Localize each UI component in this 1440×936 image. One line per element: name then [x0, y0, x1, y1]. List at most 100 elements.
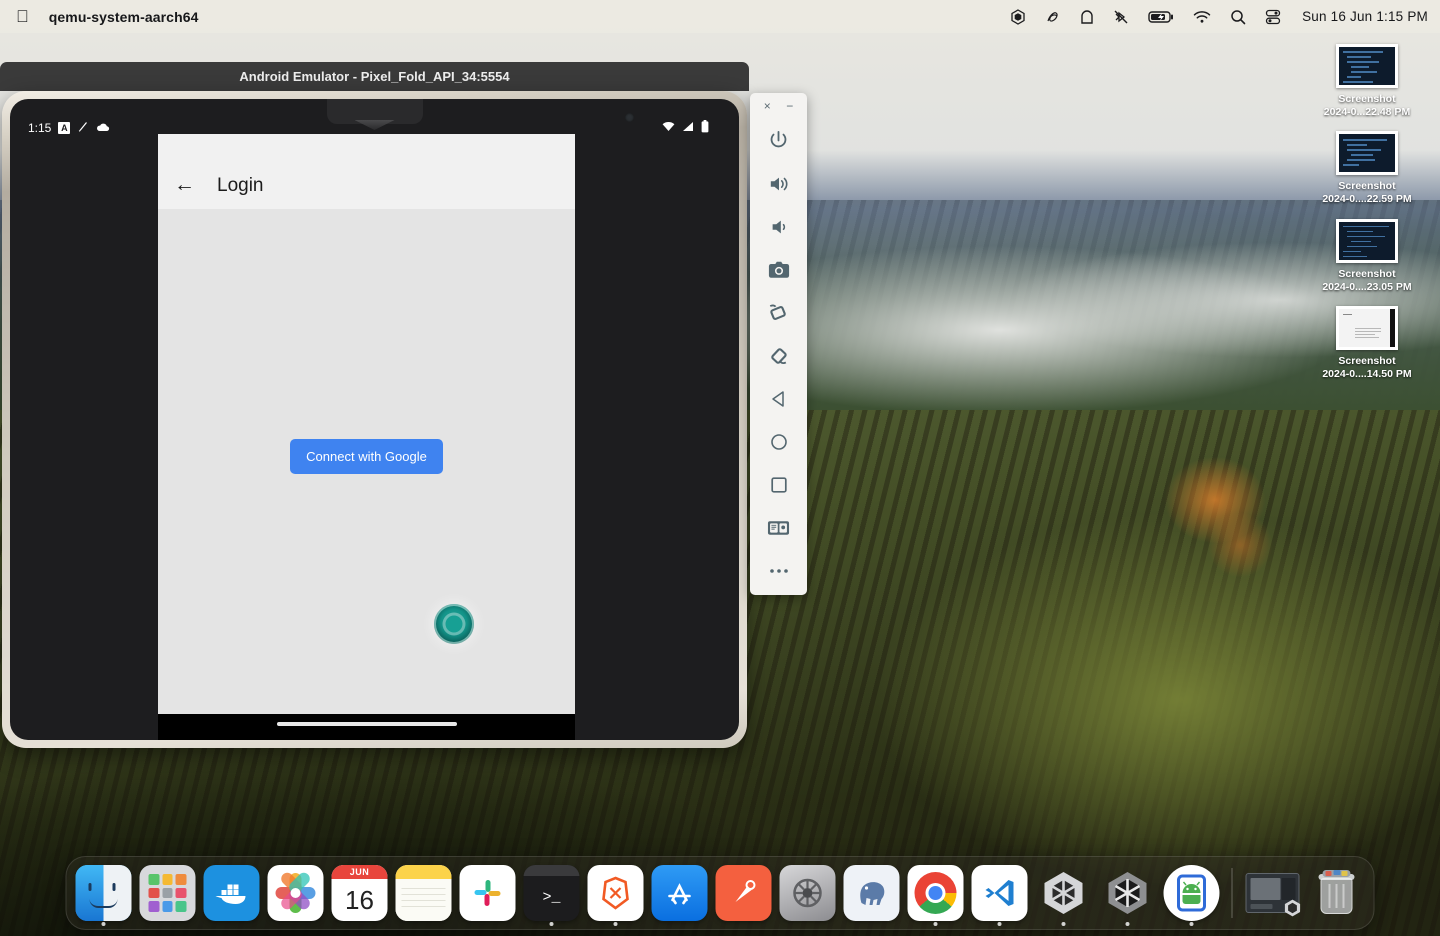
overview-square-icon [770, 476, 787, 493]
dock-item-app-store[interactable] [651, 865, 708, 921]
running-indicator [1189, 922, 1194, 926]
label-line-2: 2024-0....23.05 PM [1322, 280, 1412, 293]
vscode-icon [971, 865, 1028, 921]
dock-item-docker[interactable] [203, 865, 260, 921]
unity-icon[interactable] [1010, 8, 1026, 25]
chrome-icon [907, 865, 964, 921]
android-status-bar: 1:15 A [10, 113, 739, 143]
dock-item-notes[interactable] [395, 865, 452, 921]
volume-up-icon [770, 177, 788, 190]
connect-with-google-button[interactable]: Connect with Google [290, 439, 443, 474]
dock-item-postgres[interactable] [843, 865, 900, 921]
dock-item-finder[interactable] [75, 865, 132, 926]
overview-button[interactable] [750, 463, 807, 506]
fold-device-icon [767, 520, 790, 535]
app-content-area: Connect with Google [158, 209, 575, 714]
rotate-right-button[interactable] [750, 334, 807, 377]
dock-item-system-settings[interactable] [779, 865, 836, 921]
back-button[interactable] [750, 377, 807, 420]
gesture-pill-handle[interactable] [276, 722, 457, 726]
minimize-icon[interactable]: − [786, 100, 793, 112]
rotate-left-icon [769, 304, 786, 320]
desktop[interactable]:  qemu-system-aarch64 [0, 0, 1440, 936]
dock-item-unity-hub[interactable] [1036, 865, 1092, 926]
dock-item-vscode[interactable] [971, 865, 1028, 926]
control-center-icon[interactable] [1265, 9, 1281, 25]
dock-separator [1231, 868, 1233, 918]
android-app-surface[interactable]: ← Login Connect with Google [158, 134, 575, 714]
wifi-icon [662, 121, 675, 135]
screenshot-thumbnail [1336, 218, 1398, 263]
power-button[interactable] [750, 119, 807, 162]
fold-device-button[interactable] [750, 506, 807, 549]
bluetooth-off-icon[interactable] [1113, 9, 1129, 25]
running-indicator [613, 922, 618, 926]
label-line-1: Screenshot [1338, 354, 1396, 367]
dock-item-brave[interactable] [587, 865, 644, 926]
label-line-2: 2024-0...22.48 PM [1323, 106, 1411, 119]
launchpad-icon [139, 865, 196, 921]
pen-slash-icon [77, 121, 89, 136]
rotate-left-button[interactable] [750, 291, 807, 334]
camera-icon [768, 261, 789, 278]
rotate-right-icon [771, 347, 787, 364]
emulator-window-title: Android Emulator - Pixel_Fold_API_34:555… [239, 69, 510, 84]
screenshot-button[interactable] [750, 248, 807, 291]
unity-hub-icon [1036, 865, 1092, 921]
device-screen[interactable]: 1:15 A ← Login Connect with Google [10, 99, 739, 740]
dock-item-launchpad[interactable] [139, 865, 196, 921]
dock-item-chrome[interactable] [907, 865, 964, 926]
screenshot-file-2[interactable]: Screenshot 2024-0....22.59 PM [1304, 131, 1430, 206]
dock-item-trash[interactable] [1309, 865, 1365, 921]
emulator-window-controls: × − [750, 93, 807, 119]
brave-icon [587, 865, 644, 921]
emulator-side-toolbar[interactable]: × − [750, 93, 807, 595]
close-icon[interactable]: × [764, 100, 771, 112]
dock-item-calendar[interactable]: JUN 16 [331, 865, 388, 921]
spotlight-search-icon[interactable] [1230, 9, 1246, 25]
postgres-elephant-icon [843, 865, 900, 921]
postman-icon [715, 865, 772, 921]
desktop-icon-column: Screenshot 2024-0...22.48 PM Screenshot … [1302, 44, 1432, 381]
vpn-lock-icon[interactable] [1080, 9, 1094, 25]
screenshot-file-4[interactable]: Screenshot 2024-0....14.50 PM [1304, 305, 1430, 381]
running-indicator [1125, 922, 1130, 926]
screenshot-file-3[interactable]: Screenshot 2024-0....23.05 PM [1304, 218, 1430, 294]
power-icon [770, 131, 787, 148]
volume-up-button[interactable] [750, 162, 807, 205]
screenshot-file-label: Screenshot 2024-0....22.59 PM [1322, 180, 1411, 206]
active-app-name[interactable]: qemu-system-aarch64 [49, 9, 199, 25]
dock[interactable]: JUN 16 >_ [65, 856, 1375, 930]
dock-item-terminal[interactable]: >_ [523, 865, 580, 926]
calendar-icon: JUN 16 [331, 865, 388, 921]
battery-icon [701, 120, 709, 136]
screenshot-file-1[interactable]: Screenshot 2024-0...22.48 PM [1304, 44, 1430, 119]
more-button[interactable] [750, 549, 807, 592]
more-dots-icon [769, 568, 788, 573]
label-line-1: Screenshot [1338, 93, 1396, 105]
dock-item-slack[interactable] [459, 865, 516, 921]
back-arrow-icon[interactable]: ← [174, 174, 195, 195]
dock-item-android-emulator[interactable] [1163, 865, 1220, 926]
label-line-2: 2024-0....14.50 PM [1322, 367, 1412, 380]
home-button[interactable] [750, 420, 807, 463]
cloud-icon [96, 121, 110, 135]
label-line-1: Screenshot [1338, 267, 1396, 280]
wifi-icon[interactable] [1193, 10, 1211, 24]
scribble-icon[interactable] [1045, 9, 1061, 25]
photos-icon [267, 865, 324, 921]
minimized-window-thumbnail [1245, 865, 1301, 921]
battery-charging-icon[interactable] [1148, 10, 1174, 24]
android-gesture-nav-bar[interactable] [158, 714, 575, 740]
screenshot-thumbnail [1336, 131, 1398, 176]
dock-item-unity-editor[interactable] [1100, 865, 1156, 926]
screenshot-thumbnail [1336, 44, 1398, 88]
dock-item-postman[interactable] [715, 865, 772, 921]
menu-bar-clock[interactable]: Sun 16 Jun 1:15 PM [1302, 9, 1428, 24]
dock-minimized-unity-window[interactable] [1245, 865, 1301, 921]
apple-menu-icon[interactable]:  [16, 8, 29, 25]
android-emulator-window[interactable]: Android Emulator - Pixel_Fold_API_34:555… [0, 62, 749, 748]
dock-item-photos[interactable] [267, 865, 324, 921]
volume-down-button[interactable] [750, 205, 807, 248]
emulator-title-bar[interactable]: Android Emulator - Pixel_Fold_API_34:555… [0, 62, 749, 91]
